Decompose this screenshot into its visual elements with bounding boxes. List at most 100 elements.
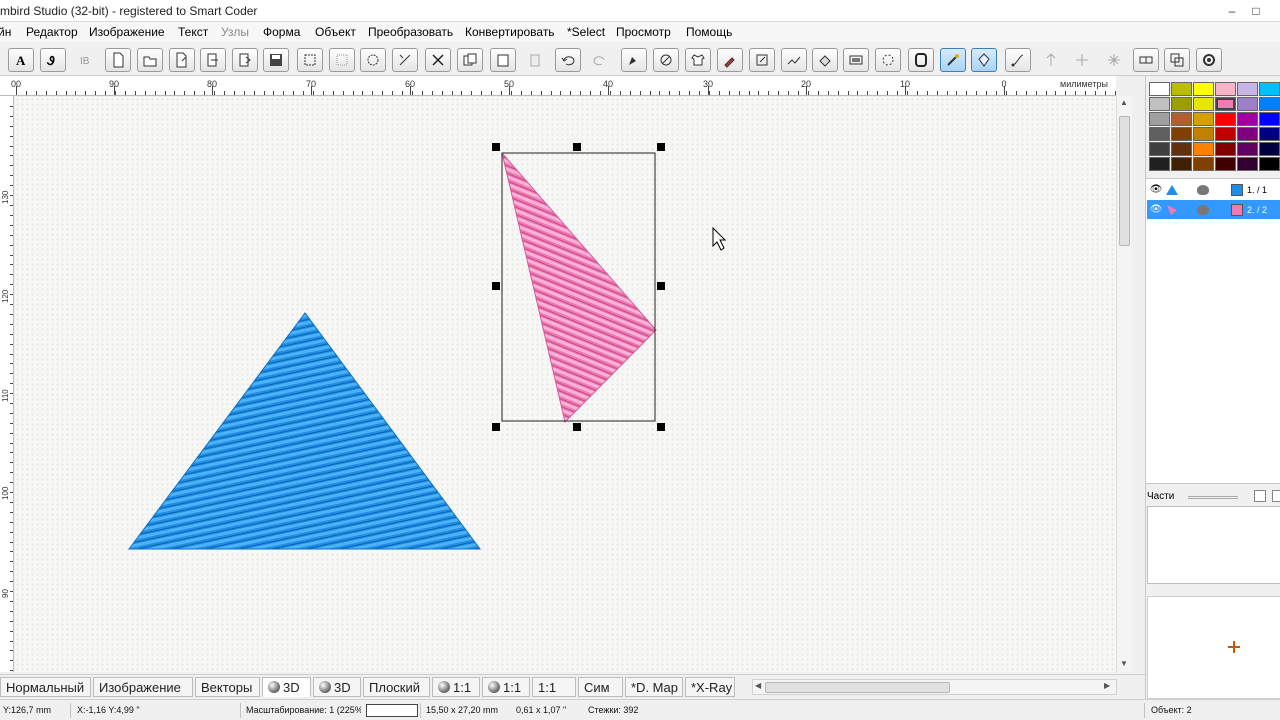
settings-button[interactable]: [1196, 48, 1222, 72]
view-tab[interactable]: *D. Map: [625, 677, 683, 697]
color-swatch[interactable]: [1237, 127, 1258, 141]
shirt-button[interactable]: [685, 48, 711, 72]
node-button[interactable]: [360, 48, 386, 72]
color-swatch[interactable]: [1215, 127, 1236, 141]
view-tab[interactable]: 3D: [262, 677, 311, 697]
color-swatch[interactable]: [1193, 112, 1214, 126]
export-button[interactable]: [232, 48, 258, 72]
color-swatch[interactable]: [1171, 112, 1192, 126]
text-path-button[interactable]: Ꮽ: [40, 48, 66, 72]
pink-triangle[interactable]: [501, 152, 657, 423]
eraser-button[interactable]: [653, 48, 679, 72]
visibility-eye-icon[interactable]: 👁: [1147, 184, 1165, 195]
visibility-eye-icon[interactable]: 👁: [1147, 204, 1165, 215]
color-swatch[interactable]: [1259, 157, 1280, 171]
navigator-box[interactable]: [1147, 596, 1280, 699]
scroll-right-icon[interactable]: ▶: [1104, 681, 1110, 690]
color-swatch[interactable]: [1193, 97, 1214, 111]
stitch-button[interactable]: [781, 48, 807, 72]
save-as-button[interactable]: [169, 48, 195, 72]
eyedropper-button[interactable]: [717, 48, 743, 72]
save-button[interactable]: [263, 48, 289, 72]
view-tab[interactable]: Плоский: [363, 677, 430, 697]
menu-item[interactable]: Изображение: [89, 25, 165, 39]
color-swatch[interactable]: [1149, 157, 1170, 171]
color-swatch[interactable]: [1237, 157, 1258, 171]
move-up-button[interactable]: [1038, 48, 1064, 72]
color-swatch[interactable]: [1171, 97, 1192, 111]
star-button[interactable]: [1101, 48, 1127, 72]
object-list-item[interactable]: 👁 2. / 2: [1147, 200, 1280, 219]
color-swatch[interactable]: [1259, 112, 1280, 126]
clipboard-button[interactable]: [522, 48, 548, 72]
view-tab[interactable]: 1:1: [432, 677, 480, 697]
vertical-scroll-thumb[interactable]: [1119, 116, 1130, 246]
group-button[interactable]: [1164, 48, 1190, 72]
color-swatch[interactable]: [1149, 112, 1170, 126]
color-swatch[interactable]: [1149, 142, 1170, 156]
color-swatch[interactable]: [1215, 142, 1236, 156]
menu-item[interactable]: йн: [0, 25, 11, 39]
new-file-button[interactable]: [105, 48, 131, 72]
vertical-scrollbar[interactable]: ▲ ▼: [1116, 96, 1132, 672]
color-swatch[interactable]: [1237, 82, 1258, 96]
view-tab[interactable]: Изображение: [93, 677, 193, 697]
menu-item[interactable]: Узлы: [221, 25, 249, 39]
split-button[interactable]: [1133, 48, 1159, 72]
color-swatch[interactable]: [1193, 127, 1214, 141]
minimize-icon[interactable]: –: [1220, 2, 1244, 20]
text-tool-button[interactable]: A: [8, 48, 34, 72]
menu-item[interactable]: Преобразовать: [368, 25, 453, 39]
scan-button[interactable]: [875, 48, 901, 72]
view-tab[interactable]: 1:1: [482, 677, 530, 697]
color-swatch[interactable]: [1149, 82, 1170, 96]
object-list-item[interactable]: 👁 1. / 1: [1147, 180, 1280, 199]
view-tab[interactable]: Сим: [578, 677, 623, 697]
color-swatch[interactable]: [1237, 142, 1258, 156]
grip-icon[interactable]: [1188, 496, 1238, 499]
line-tool-button[interactable]: [1005, 48, 1031, 72]
color-swatch[interactable]: [1149, 127, 1170, 141]
open-file-button[interactable]: [137, 48, 163, 72]
hoop-button[interactable]: [908, 48, 934, 72]
menu-item[interactable]: Текст: [178, 25, 208, 39]
frame-button[interactable]: [843, 48, 869, 72]
color-swatch[interactable]: [1237, 112, 1258, 126]
color-swatch[interactable]: [1149, 97, 1170, 111]
checkbox-icon[interactable]: [1254, 490, 1266, 502]
maximize-icon[interactable]: □: [1244, 2, 1268, 20]
panel-icon[interactable]: [1272, 490, 1280, 502]
color-swatch[interactable]: [1215, 157, 1236, 171]
delete-button[interactable]: [425, 48, 451, 72]
color-swatch[interactable]: [1237, 97, 1258, 111]
text-mono-button[interactable]: IB: [72, 48, 98, 72]
color-swatch[interactable]: [1171, 127, 1192, 141]
scroll-up-icon[interactable]: ▲: [1120, 98, 1128, 107]
menu-item[interactable]: Объект: [315, 25, 356, 39]
color-swatch[interactable]: [1171, 142, 1192, 156]
transform-button[interactable]: [392, 48, 418, 72]
view-tab[interactable]: *X-Ray: [685, 677, 735, 697]
menu-item[interactable]: Форма: [263, 25, 300, 39]
color-swatch[interactable]: [1215, 112, 1236, 126]
menu-item[interactable]: Просмотр: [616, 25, 671, 39]
view-tab[interactable]: Нормальный: [0, 677, 91, 697]
color-swatch[interactable]: [1215, 97, 1236, 111]
copy-button[interactable]: [457, 48, 483, 72]
view-tab[interactable]: 1:1: [532, 677, 576, 697]
horizontal-scroll-thumb[interactable]: [765, 682, 950, 693]
fill-button[interactable]: [812, 48, 838, 72]
color-swatch[interactable]: [1171, 157, 1192, 171]
color-swatch[interactable]: [1193, 142, 1214, 156]
undo-button[interactable]: [555, 48, 581, 72]
color-swatch[interactable]: [1171, 82, 1192, 96]
color-swatch[interactable]: [1259, 142, 1280, 156]
scroll-left-icon[interactable]: ◀: [755, 681, 761, 690]
select-frame-button[interactable]: [297, 48, 323, 72]
color-swatch[interactable]: [1259, 82, 1280, 96]
color-swatch[interactable]: [1259, 97, 1280, 111]
redo-button[interactable]: [587, 48, 613, 72]
wand-button[interactable]: [940, 48, 966, 72]
color-tool-button[interactable]: [971, 48, 997, 72]
paste-button[interactable]: [490, 48, 516, 72]
